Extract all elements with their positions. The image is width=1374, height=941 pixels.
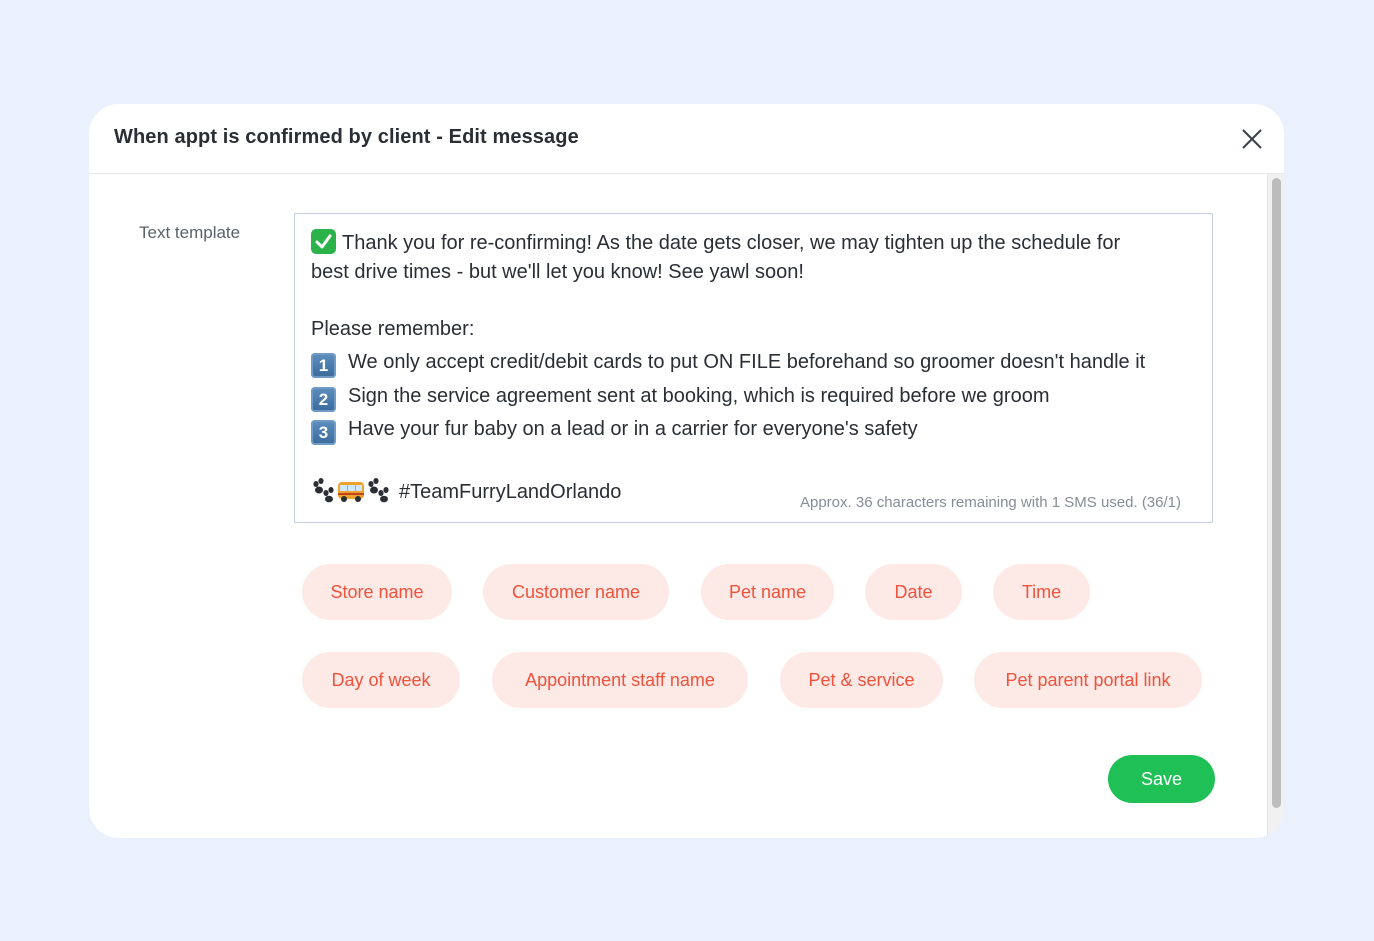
message-item-1: 1 We only accept credit/debit cards to pu… xyxy=(311,348,1145,378)
message-hashtag-line: #TeamFurryLandOrlando xyxy=(311,477,621,511)
message-item-3: 3 Have your fur baby on a lead or in a ca… xyxy=(311,415,918,445)
chip-pet-name[interactable]: Pet name xyxy=(701,564,834,620)
chip-store-name[interactable]: Store name xyxy=(302,564,452,620)
save-button[interactable]: Save xyxy=(1108,755,1215,803)
message-item-text: Sign the service agreement sent at booki… xyxy=(348,385,1050,407)
message-item-text: We only accept credit/debit cards to put… xyxy=(348,351,1146,373)
chip-customer-name[interactable]: Customer name xyxy=(483,564,669,620)
message-line-3: Please remember: xyxy=(311,318,475,340)
close-button[interactable] xyxy=(1237,124,1267,154)
message-item-2: 2 Sign the service agreement sent at book… xyxy=(311,382,1050,412)
message-item-text: Have your fur baby on a lead or in a car… xyxy=(348,418,918,440)
emoji-group xyxy=(311,477,393,511)
keycap-three-icon: 3 xyxy=(311,420,336,445)
close-icon xyxy=(1242,129,1262,149)
message-line-2: best drive times - but we'll let you kno… xyxy=(311,261,804,283)
keycap-two-icon: 2 xyxy=(311,387,336,412)
chip-date[interactable]: Date xyxy=(865,564,962,620)
chip-day-of-week[interactable]: Day of week xyxy=(302,652,460,708)
chip-pet-and-service[interactable]: Pet & service xyxy=(780,652,943,708)
character-counter: Approx. 36 characters remaining with 1 S… xyxy=(799,494,1181,511)
message-textarea[interactable]: Thank you for re-confirming! As the date… xyxy=(294,213,1213,523)
chip-time[interactable]: Time xyxy=(993,564,1090,620)
modal-header: When appt is confirmed by client - Edit … xyxy=(89,104,1284,174)
scrollbar-thumb[interactable] xyxy=(1272,178,1281,808)
chip-appointment-staff-name[interactable]: Appointment staff name xyxy=(492,652,748,708)
check-mark-icon xyxy=(311,229,336,254)
paw-prints-icon xyxy=(368,478,389,503)
paw-prints-icon xyxy=(313,478,334,503)
edit-message-modal: When appt is confirmed by client - Edit … xyxy=(89,104,1284,838)
message-text-line-1: Thank you for re-confirming! As the date… xyxy=(342,232,1121,254)
scrollbar[interactable] xyxy=(1267,174,1284,838)
hashtag-text: #TeamFurryLandOrlando xyxy=(399,481,622,503)
modal-title: When appt is confirmed by client - Edit … xyxy=(114,126,579,148)
chip-pet-parent-portal-link[interactable]: Pet parent portal link xyxy=(974,652,1202,708)
van-icon xyxy=(338,482,364,502)
keycap-one-icon: 1 xyxy=(311,353,336,378)
text-template-label: Text template xyxy=(139,223,241,242)
message-line-1: Thank you for re-confirming! As the date… xyxy=(311,229,1120,257)
